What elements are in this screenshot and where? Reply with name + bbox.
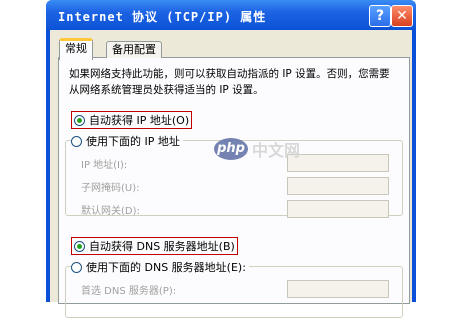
- dns-auto-label: 自动获得 DNS 服务器地址(B): [89, 240, 235, 253]
- subnet-mask-input[interactable]: [287, 177, 389, 195]
- preferred-dns-label: 首选 DNS 服务器(P):: [81, 286, 177, 297]
- tab-general[interactable]: 常规: [59, 38, 93, 60]
- php-logo-icon: php: [214, 138, 248, 160]
- ip-auto-highlight: 自动获得 IP 地址(O): [71, 111, 193, 129]
- ip-address-label: IP 地址(I):: [81, 160, 128, 171]
- title-bar[interactable]: Internet 协议 (TCP/IP) 属性 ? ✕: [46, 0, 416, 30]
- ip-manual-radio[interactable]: [71, 135, 82, 147]
- default-gateway-input[interactable]: [287, 200, 389, 218]
- dns-auto-radio[interactable]: [74, 240, 85, 252]
- ip-manual-label: 使用下面的 IP 地址: [86, 135, 180, 148]
- ip-auto-option[interactable]: 自动获得 IP 地址(O): [71, 111, 193, 129]
- dns-manual-label: 使用下面的 DNS 服务器地址(E):: [86, 261, 246, 274]
- dns-auto-option[interactable]: 自动获得 DNS 服务器地址(B): [71, 237, 238, 255]
- tab-alternate-config[interactable]: 备用配置: [106, 41, 162, 58]
- dns-manual-option[interactable]: 使用下面的 DNS 服务器地址(E):: [71, 259, 249, 275]
- dns-auto-highlight: 自动获得 DNS 服务器地址(B): [71, 237, 238, 255]
- site-watermark: php 中文网: [214, 137, 300, 161]
- tab-panel: 如果网络支持此功能，则可以获取自动指派的 IP 设置。否则，您需要从网络系统管理…: [58, 57, 410, 318]
- ip-manual-option[interactable]: 使用下面的 IP 地址: [71, 133, 183, 149]
- default-gateway-label: 默认网关(D):: [81, 206, 140, 217]
- intro-text: 如果网络支持此功能，则可以获取自动指派的 IP 设置。否则，您需要从网络系统管理…: [69, 68, 390, 96]
- ip-address-input[interactable]: [287, 154, 389, 172]
- dns-manual-radio[interactable]: [71, 261, 82, 273]
- window-title: Internet 协议 (TCP/IP) 属性: [58, 10, 267, 24]
- ip-auto-radio[interactable]: [74, 114, 85, 126]
- watermark-text: 中文网: [252, 141, 301, 160]
- dialog-body: 常规 备用配置 如果网络支持此功能，则可以获取自动指派的 IP 设置。否则，您需…: [50, 30, 412, 318]
- help-button[interactable]: ?: [369, 5, 391, 27]
- preferred-dns-input[interactable]: [287, 280, 389, 298]
- ip-auto-label: 自动获得 IP 地址(O): [89, 114, 190, 127]
- subnet-mask-label: 子网掩码(U):: [81, 183, 140, 194]
- close-button[interactable]: ✕: [391, 5, 413, 27]
